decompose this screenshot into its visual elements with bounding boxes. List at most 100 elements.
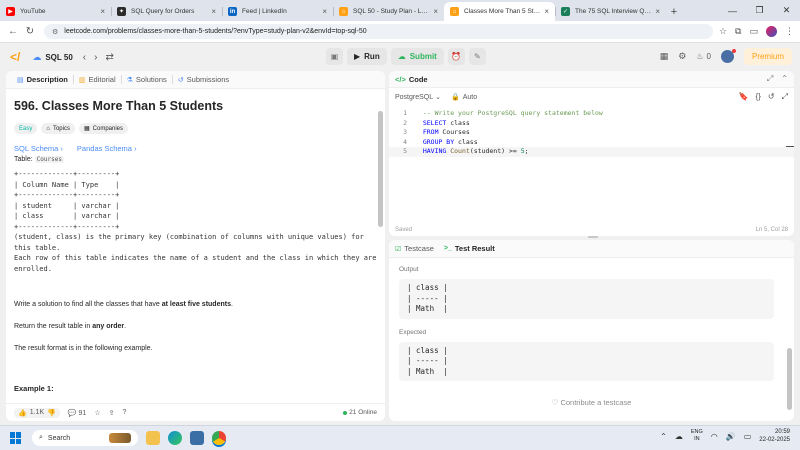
browser-tab[interactable]: in Feed | LinkedIn × xyxy=(222,2,333,21)
maximize-icon[interactable]: ❐ xyxy=(746,0,773,21)
browser-tab[interactable]: ▶ YouTube × xyxy=(0,2,111,21)
wifi-icon[interactable]: ◠ xyxy=(711,432,718,441)
sql-schema-link[interactable]: SQL Schema › xyxy=(14,144,63,153)
layout-icon[interactable]: ▦ xyxy=(660,51,669,62)
file-explorer-icon[interactable] xyxy=(146,431,160,445)
topics-tag[interactable]: ⌂ Topics xyxy=(41,123,75,134)
panel-resize-handle[interactable] xyxy=(588,236,598,238)
chrome-icon[interactable] xyxy=(212,431,226,445)
problem-title: 596. Classes More Than 5 Students xyxy=(14,99,224,113)
timer-button[interactable]: ⏰ xyxy=(447,48,465,65)
streak-counter[interactable]: ♨ 0 xyxy=(696,52,711,61)
tab-label: Testcase xyxy=(404,244,434,253)
line-content: -- Write your PostgreSQL query statement… xyxy=(415,109,603,119)
settings-icon[interactable]: ⚙ xyxy=(678,51,686,62)
expand-icon[interactable]: ⤢ xyxy=(767,74,773,84)
cloud-sync-icon[interactable]: ☁ xyxy=(675,432,683,441)
url-field[interactable]: ⚙ leetcode.com/problems/classes-more-tha… xyxy=(44,24,713,39)
description-scrollbar[interactable] xyxy=(378,111,383,227)
collapse-icon[interactable]: ⌃ xyxy=(781,74,788,84)
submit-button[interactable]: ☁ Submit xyxy=(390,48,444,65)
new-tab-button[interactable]: + xyxy=(666,2,682,21)
shuffle-icon[interactable]: ⇄ xyxy=(105,52,113,63)
favorite-icon[interactable]: ☆ xyxy=(94,409,100,417)
code-token: Count xyxy=(450,147,470,156)
reset-icon[interactable]: ↺ xyxy=(768,92,775,102)
browser-menu-icon[interactable]: ⋮ xyxy=(785,26,794,37)
share-icon[interactable]: ⇪ xyxy=(109,409,115,417)
comment-icon: 💬 xyxy=(67,409,77,417)
schema-table: +-------------+---------+ | Column Name … xyxy=(14,170,120,231)
minimize-icon[interactable]: — xyxy=(719,0,746,21)
debug-button[interactable]: ▣ xyxy=(326,48,343,65)
close-tab-icon[interactable]: × xyxy=(655,7,660,16)
language-indicator[interactable]: ENG IN xyxy=(691,429,703,443)
sidebar-icon[interactable]: ▭ xyxy=(749,26,758,37)
premium-button[interactable]: Premium xyxy=(743,48,792,65)
help-icon[interactable]: ? xyxy=(122,409,126,416)
clock[interactable]: 20:59 22-02-2025 xyxy=(759,428,790,444)
companies-tag[interactable]: ▦ Companies xyxy=(78,123,129,134)
comments-button[interactable]: 💬 91 xyxy=(68,409,86,417)
taskbar-search[interactable]: ⌕ Search xyxy=(32,430,138,446)
language-select[interactable]: PostgreSQL ⌄ xyxy=(395,93,441,102)
tab-description[interactable]: ▤ Description xyxy=(12,75,73,84)
expected-label: Expected xyxy=(399,328,427,336)
user-avatar[interactable] xyxy=(720,49,736,63)
prev-problem-icon[interactable]: ‹ xyxy=(83,52,86,63)
tab-title: Feed | LinkedIn xyxy=(242,8,287,15)
close-tab-icon[interactable]: × xyxy=(544,7,549,16)
tab-editorial[interactable]: ▥ Editorial xyxy=(74,75,121,84)
like-button[interactable]: 👍 1.1K 👎 xyxy=(14,407,60,418)
bookmark-icon[interactable]: 🔖 xyxy=(739,92,749,102)
fullscreen-icon[interactable]: ⤢ xyxy=(782,92,788,102)
battery-icon[interactable]: ▭ xyxy=(744,432,752,441)
streak-count: 0 xyxy=(706,52,711,61)
bookmark-star-icon[interactable]: ☆ xyxy=(719,26,727,37)
tab-title: SQL 50 - Study Plan - LeetCode xyxy=(353,8,430,15)
close-tab-icon[interactable]: × xyxy=(211,7,216,16)
thumbs-down-icon[interactable]: 👎 xyxy=(47,409,56,417)
study-plan-link[interactable]: ☁ SQL 50 xyxy=(32,52,72,63)
edge-icon[interactable] xyxy=(168,431,182,445)
back-icon[interactable]: ← xyxy=(6,25,20,39)
code-editor[interactable]: 1 -- Write your PostgreSQL query stateme… xyxy=(389,106,794,157)
contribute-testcase-link[interactable]: ♡ Contribute a testcase xyxy=(389,398,794,407)
tab-submissions[interactable]: ↺ Submissions xyxy=(173,75,234,84)
auto-toggle[interactable]: 🔒 Auto xyxy=(451,93,477,102)
result-scrollbar[interactable] xyxy=(787,348,792,410)
close-tab-icon[interactable]: × xyxy=(100,7,105,16)
site-info-icon[interactable]: ⚙ xyxy=(52,28,58,36)
code-line[interactable]: 4 GROUP BY class xyxy=(389,138,794,148)
chevron-up-icon[interactable]: ⌃ xyxy=(660,432,667,441)
browser-tab[interactable]: ✦ SQL Query for Orders × xyxy=(111,2,222,21)
code-line[interactable]: 1 -- Write your PostgreSQL query stateme… xyxy=(389,109,794,119)
braces-icon[interactable]: {} xyxy=(756,92,761,102)
description-tabs: ▤ Description ▥ Editorial ⚗ Solutions ↺ Subm… xyxy=(6,71,385,89)
extensions-icon[interactable]: ⧉ xyxy=(735,26,741,37)
close-tab-icon[interactable]: × xyxy=(322,7,327,16)
tab-favicon-icon: ⌂ xyxy=(450,7,459,16)
browser-profile-avatar[interactable] xyxy=(766,26,777,37)
tab-solutions[interactable]: ⚗ Solutions xyxy=(122,75,172,84)
leetcode-logo-icon[interactable]: </ xyxy=(10,50,20,64)
reload-icon[interactable]: ↻ xyxy=(23,25,37,39)
terminal-icon: >_ xyxy=(443,245,452,252)
browser-tab[interactable]: ✓ The 75 SQL Interview Questions × xyxy=(555,2,666,21)
browser-tab[interactable]: ⌂ SQL 50 - Study Plan - LeetCode× xyxy=(333,2,444,21)
notes-button[interactable]: ✎ xyxy=(468,48,486,65)
pandas-schema-link[interactable]: Pandas Schema › xyxy=(77,144,137,153)
close-window-icon[interactable]: ✕ xyxy=(773,0,800,21)
next-problem-icon[interactable]: › xyxy=(94,52,97,63)
tab-test-result[interactable]: >_ Test Result xyxy=(444,244,495,253)
browser-tab[interactable]: ⌂ Classes More Than 5 Students× xyxy=(444,2,555,21)
code-line[interactable]: 2 SELECT class xyxy=(389,119,794,129)
code-line[interactable]: 3 FROM Courses xyxy=(389,128,794,138)
code-line[interactable]: 5 HAVING Count(student) >= 5; xyxy=(389,147,794,157)
windows-start-icon[interactable] xyxy=(10,432,22,444)
run-button[interactable]: ▶ Run xyxy=(347,48,387,65)
volume-icon[interactable]: 🔊 xyxy=(726,432,736,441)
store-icon[interactable] xyxy=(190,431,204,445)
tab-testcase[interactable]: ☑ Testcase xyxy=(395,244,434,253)
close-tab-icon[interactable]: × xyxy=(433,7,438,16)
